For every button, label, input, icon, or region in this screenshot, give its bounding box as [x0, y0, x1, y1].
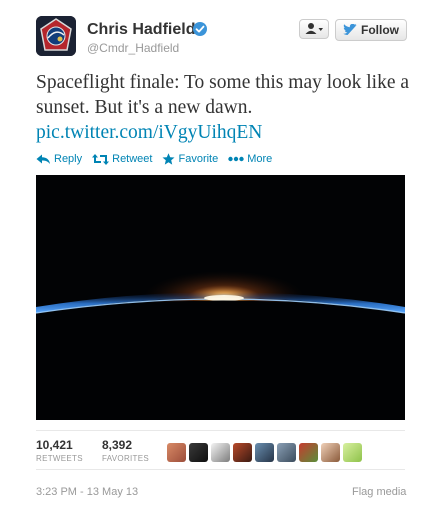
- avatar[interactable]: [233, 443, 252, 462]
- person-dropdown-icon: [305, 23, 323, 34]
- follow-button-label: Follow: [361, 23, 399, 37]
- earth-horizon-sunrise-image: [36, 175, 405, 420]
- user-display-name[interactable]: Chris Hadfield: [87, 21, 195, 39]
- tweet-stats: 10,421 RETWEETS 8,392 FAVORITES: [36, 430, 405, 470]
- reply-button[interactable]: Reply: [36, 153, 82, 165]
- more-dots-icon: [228, 156, 244, 162]
- retweet-count-value: 10,421: [36, 438, 73, 452]
- avatar[interactable]: [299, 443, 318, 462]
- tweet-text: Spaceflight finale: To some this may loo…: [36, 70, 416, 145]
- favorite-count-label: FAVORITES: [102, 454, 150, 463]
- tweet-timestamp[interactable]: 3:23 PM - 13 May 13: [36, 486, 138, 498]
- retweet-count[interactable]: 10,421 RETWEETS: [36, 438, 83, 463]
- tweet-photo[interactable]: [36, 175, 405, 420]
- favorite-count-value: 8,392: [102, 438, 133, 452]
- user-actions-button[interactable]: [299, 19, 329, 39]
- favorite-label: Favorite: [178, 153, 219, 165]
- favorite-button[interactable]: Favorite: [162, 153, 218, 165]
- tweet-media-link[interactable]: pic.twitter.com/iVgyUihqEN: [36, 120, 416, 145]
- tweet-body: Spaceflight finale: To some this may loo…: [36, 72, 410, 118]
- retweet-label: Retweet: [112, 153, 153, 165]
- retweet-count-label: RETWEETS: [36, 454, 83, 463]
- favorite-count[interactable]: 8,392 FAVORITES: [102, 438, 149, 463]
- tweet-actions: Reply Retweet Favorite More: [36, 151, 282, 167]
- avatar[interactable]: [189, 443, 208, 462]
- favoriters-avatar-list: [167, 443, 362, 462]
- verified-badge-icon: [193, 22, 207, 36]
- avatar[interactable]: [255, 443, 274, 462]
- profile-avatar[interactable]: [36, 16, 76, 56]
- avatar[interactable]: [277, 443, 296, 462]
- reply-label: Reply: [54, 153, 83, 165]
- retweet-icon: [92, 153, 110, 165]
- follow-button[interactable]: Follow: [335, 19, 407, 41]
- avatar[interactable]: [211, 443, 230, 462]
- avatar[interactable]: [167, 443, 186, 462]
- avatar[interactable]: [321, 443, 340, 462]
- more-label: More: [247, 153, 273, 165]
- reply-arrow-icon: [36, 154, 50, 164]
- twitter-bird-icon: [343, 24, 357, 36]
- flag-media-link[interactable]: Flag media: [352, 486, 406, 498]
- retweet-button[interactable]: Retweet: [92, 153, 152, 165]
- avatar[interactable]: [343, 443, 362, 462]
- mission-patch-logo: [36, 16, 76, 56]
- user-handle[interactable]: @Cmdr_Hadfield: [87, 41, 179, 55]
- star-icon: [162, 153, 175, 165]
- more-button[interactable]: More: [228, 153, 272, 165]
